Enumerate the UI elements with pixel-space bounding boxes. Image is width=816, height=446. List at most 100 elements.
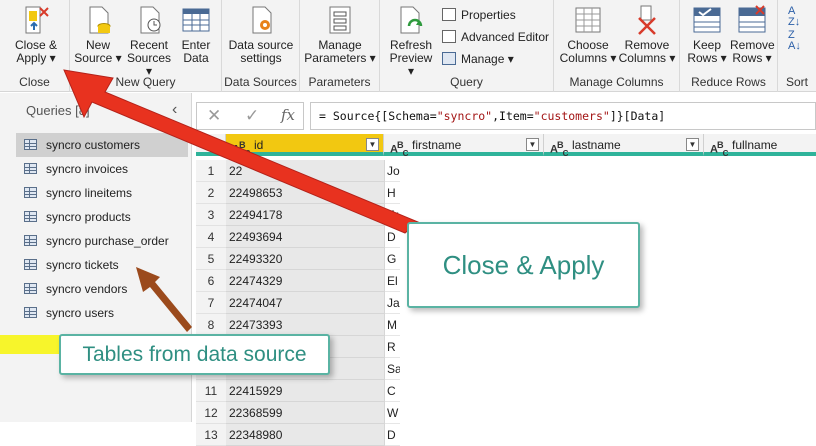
row-number[interactable]: 11 [196, 380, 226, 402]
enter-data-label-2: Data [183, 51, 209, 65]
query-item-syncro-purchase-order[interactable]: syncro purchase_order [16, 229, 188, 253]
table-cell-firstname[interactable]: D [385, 424, 400, 446]
table-cell-id[interactable]: 22498653 [226, 182, 384, 204]
collapse-pane-icon[interactable]: ‹ [172, 101, 177, 119]
table-icon [24, 139, 37, 150]
keep-rows-label-1: Keep [692, 38, 722, 52]
filter-dropdown-icon[interactable]: ▼ [366, 138, 379, 151]
table-cell-id[interactable]: 22493320 [226, 248, 384, 270]
table-icon [24, 187, 37, 198]
fx-icon[interactable]: fx [281, 106, 295, 124]
table-cell-firstname[interactable]: R [385, 336, 400, 358]
row-number[interactable]: 1 [196, 160, 226, 182]
table-cell-id[interactable]: 22494178 [226, 204, 384, 226]
close-apply-callout: Close & Apply [407, 222, 640, 308]
row-number[interactable]: 7 [196, 292, 226, 314]
refresh-preview-label-1: Refresh [389, 38, 433, 52]
filter-dropdown-icon[interactable]: ▼ [526, 138, 539, 151]
new-source-button[interactable]: New Source ▾ [74, 4, 122, 65]
table-cell-id[interactable]: 22368599 [226, 402, 384, 424]
table-cell-id[interactable]: 22348980 [226, 424, 384, 446]
recent-sources-button[interactable]: Recent Sources ▾ [124, 4, 174, 78]
manage-parameters-button[interactable]: Manage Parameters ▾ [302, 4, 378, 65]
remove-rows-button[interactable]: Remove Rows ▾ [730, 4, 775, 65]
formula-controls: ✕ ✓ fx [196, 102, 304, 130]
row-number[interactable]: 4 [196, 226, 226, 248]
query-item-syncro-vendors[interactable]: syncro vendors [16, 277, 188, 301]
query-item-syncro-customers[interactable]: syncro customers [16, 133, 188, 157]
column-name: id [254, 138, 264, 152]
group-label-data-sources: Data Sources [224, 75, 297, 89]
query-label: syncro tickets [46, 258, 119, 272]
choose-columns-button[interactable]: Choose Columns ▾ [558, 4, 618, 65]
column-header-fullname[interactable]: ABC fullname [704, 134, 816, 158]
query-item-syncro-lineitems[interactable]: syncro lineitems [16, 181, 188, 205]
remove-rows-label-2: Rows ▾ [732, 51, 772, 65]
row-number[interactable]: 8 [196, 314, 226, 336]
sort-descending-icon[interactable]: Z A↓ [788, 30, 801, 52]
table-corner[interactable] [196, 134, 226, 156]
query-item-syncro-invoices[interactable]: syncro invoices [16, 157, 188, 181]
table-cell-firstname[interactable]: Fr [385, 204, 400, 226]
table-cell-firstname[interactable]: M [385, 314, 400, 336]
enter-data-icon [180, 4, 212, 36]
row-number[interactable]: 5 [196, 248, 226, 270]
row-number[interactable]: 12 [196, 402, 226, 424]
table-cell-firstname[interactable]: Jo [385, 160, 400, 182]
table-cell-id[interactable]: 22473393 [226, 314, 384, 336]
filter-dropdown-icon[interactable]: ▼ [686, 138, 699, 151]
table-cell-id[interactable]: 22474329 [226, 270, 384, 292]
text-type-icon[interactable]: ABC [550, 135, 568, 164]
column-header-id[interactable]: ABC id ▼ [226, 134, 384, 158]
row-number[interactable]: 3 [196, 204, 226, 226]
table-cell-firstname[interactable]: G [385, 248, 400, 270]
row-number[interactable]: 13 [196, 424, 226, 446]
query-label: syncro customers [46, 138, 141, 152]
row-number[interactable]: 2 [196, 182, 226, 204]
refresh-preview-button[interactable]: Refresh Preview ▾ [386, 4, 436, 78]
table-cell-id[interactable]: 22493694 [226, 226, 384, 248]
table-icon [24, 283, 37, 294]
formula-input[interactable]: = Source{[Schema="syncro",Item="customer… [310, 102, 816, 130]
keep-rows-button[interactable]: Keep Rows ▾ [686, 4, 728, 65]
table-cell-id[interactable]: 22474047 [226, 292, 384, 314]
close-apply-button[interactable]: Close & Apply ▾ [10, 4, 62, 65]
query-item-syncro-tickets[interactable]: syncro tickets [16, 253, 188, 277]
column-header-firstname[interactable]: ABC firstname ▼ [384, 134, 544, 158]
enter-data-button[interactable]: Enter Data [176, 4, 216, 65]
group-label-reduce-rows: Reduce Rows [691, 75, 766, 89]
query-label: syncro vendors [46, 282, 128, 296]
text-type-icon[interactable]: ABC [710, 135, 728, 164]
table-cell-firstname[interactable]: Ja [385, 292, 400, 314]
table-cell-firstname[interactable]: D [385, 226, 400, 248]
choose-columns-label-1: Choose [567, 38, 609, 52]
commit-icon[interactable]: ✓ [245, 106, 259, 126]
advanced-editor-icon [442, 30, 456, 43]
query-item-syncro-products[interactable]: syncro products [16, 205, 188, 229]
remove-columns-button[interactable]: Remove Columns ▾ [618, 4, 676, 65]
advanced-editor-button[interactable]: Advanced Editor [442, 30, 549, 44]
group-label-close: Close [19, 75, 50, 89]
data-source-settings-button[interactable]: Data source settings [226, 4, 296, 65]
table-cell-firstname[interactable]: H [385, 182, 400, 204]
properties-button[interactable]: Properties [442, 8, 516, 22]
query-item-syncro-users[interactable]: syncro users [16, 301, 188, 325]
table-cell-id[interactable]: 22415929 [226, 380, 384, 402]
query-label: syncro users [46, 306, 115, 320]
data-source-settings-icon [245, 4, 277, 36]
table-cell-firstname[interactable]: W [385, 402, 400, 424]
sort-ascending-icon[interactable]: A Z↓ [788, 6, 800, 28]
table-cell-firstname[interactable]: El [385, 270, 400, 292]
manage-parameters-icon [324, 4, 356, 36]
cancel-icon[interactable]: ✕ [207, 106, 221, 126]
table-cell-firstname[interactable]: C [385, 380, 400, 402]
row-number[interactable]: 6 [196, 270, 226, 292]
choose-columns-label-2: Columns ▾ [559, 51, 617, 65]
column-header-lastname[interactable]: ABC lastname ▼ [544, 134, 704, 158]
table-icon [24, 307, 37, 318]
manage-button[interactable]: Manage ▾ [442, 52, 514, 66]
table-cell-firstname[interactable]: Sa [385, 358, 400, 380]
new-source-label-2: Source ▾ [74, 51, 122, 65]
refresh-preview-label-2: Preview ▾ [389, 51, 433, 78]
table-cell-id[interactable]: 22 [226, 160, 384, 182]
